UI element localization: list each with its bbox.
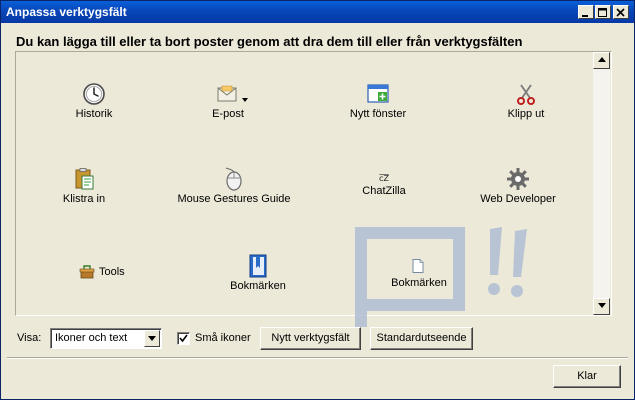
palette-item-mouse-gestures[interactable]: Mouse Gestures Guide	[164, 167, 304, 211]
title-bar[interactable]: Anpassa verktygsfält	[1, 1, 634, 23]
chatzilla-icon: cZ	[379, 173, 389, 183]
palette-item-label: Klistra in	[62, 193, 106, 205]
palette-item-new-window[interactable]: Nytt fönster	[308, 82, 448, 126]
palette-item-cut[interactable]: Klipp ut	[456, 82, 596, 126]
window-title: Anpassa verktygsfält	[6, 5, 127, 19]
scroll-up-button[interactable]	[593, 52, 610, 69]
separator	[7, 357, 628, 359]
palette-item-bookmarks[interactable]: Bokmärken	[188, 254, 328, 298]
restore-default-button[interactable]: Standardutseende	[370, 327, 473, 350]
palette-item-mail[interactable]: E-post	[158, 82, 298, 126]
gear-icon	[507, 168, 529, 190]
palette-item-chatzilla[interactable]: cZ ChatZilla	[314, 167, 454, 211]
new-toolbar-button[interactable]: Nytt verktygsfält	[260, 327, 361, 350]
history-clock-icon	[83, 83, 105, 105]
mail-envelope-icon	[217, 85, 237, 102]
select-dropdown-button[interactable]	[144, 330, 160, 347]
bookmarks-book-icon	[249, 254, 267, 278]
chevron-down-icon	[148, 336, 156, 341]
close-window-button[interactable]	[613, 5, 629, 19]
tools-icon	[79, 265, 95, 279]
palette-item-label: Web Developer	[480, 193, 556, 205]
scroll-thumb[interactable]	[593, 69, 610, 125]
clipboard-paste-icon	[75, 168, 94, 190]
show-mode-label: Visa:	[17, 332, 42, 344]
page-icon	[412, 259, 424, 273]
instruction-heading: Du kan lägga till eller ta bort poster g…	[16, 34, 523, 49]
arrow-up-icon	[597, 57, 606, 62]
small-icons-label[interactable]: Små ikoner	[195, 332, 251, 344]
scroll-down-button[interactable]	[593, 298, 610, 315]
palette-item-label: Tools	[99, 266, 125, 278]
dropdown-arrow-icon	[242, 98, 248, 102]
new-window-icon	[367, 84, 389, 103]
customize-toolbar-window: Anpassa verktygsfält Du kan lägga till e…	[0, 0, 635, 400]
show-mode-select[interactable]: Ikoner och text	[50, 328, 162, 349]
close-icon	[616, 8, 625, 17]
scissors-icon	[517, 84, 535, 105]
palette-item-label: ChatZilla	[362, 185, 406, 197]
palette-item-label: Mouse Gestures Guide	[177, 193, 291, 205]
dragged-item-label: Bokmärken	[391, 277, 447, 289]
arrow-down-icon	[597, 303, 606, 308]
dragged-item-bookmarks[interactable]: Bokmärken	[384, 256, 454, 296]
mouse-icon	[225, 167, 242, 191]
minimize-button[interactable]	[578, 5, 594, 19]
palette-item-label: E-post	[212, 108, 244, 120]
palette-item-history[interactable]: Historik	[24, 82, 164, 126]
minimize-icon	[582, 15, 588, 17]
maximize-icon	[598, 8, 607, 17]
maximize-button[interactable]	[595, 5, 611, 19]
palette-item-label: Historik	[75, 108, 113, 120]
palette-item-label: Bokmärken	[230, 280, 286, 292]
palette-item-label: Klipp ut	[507, 108, 545, 120]
palette-item-paste[interactable]: Klistra in	[14, 167, 154, 211]
palette-item-label: Nytt fönster	[349, 108, 407, 120]
done-button[interactable]: Klar	[553, 365, 621, 388]
small-icons-checkbox[interactable]	[177, 332, 190, 345]
palette-item-web-developer[interactable]: Web Developer	[448, 167, 588, 211]
checkmark-icon	[179, 334, 188, 343]
show-mode-value: Ikoner och text	[55, 332, 128, 344]
palette-vertical-scrollbar[interactable]	[593, 52, 610, 315]
